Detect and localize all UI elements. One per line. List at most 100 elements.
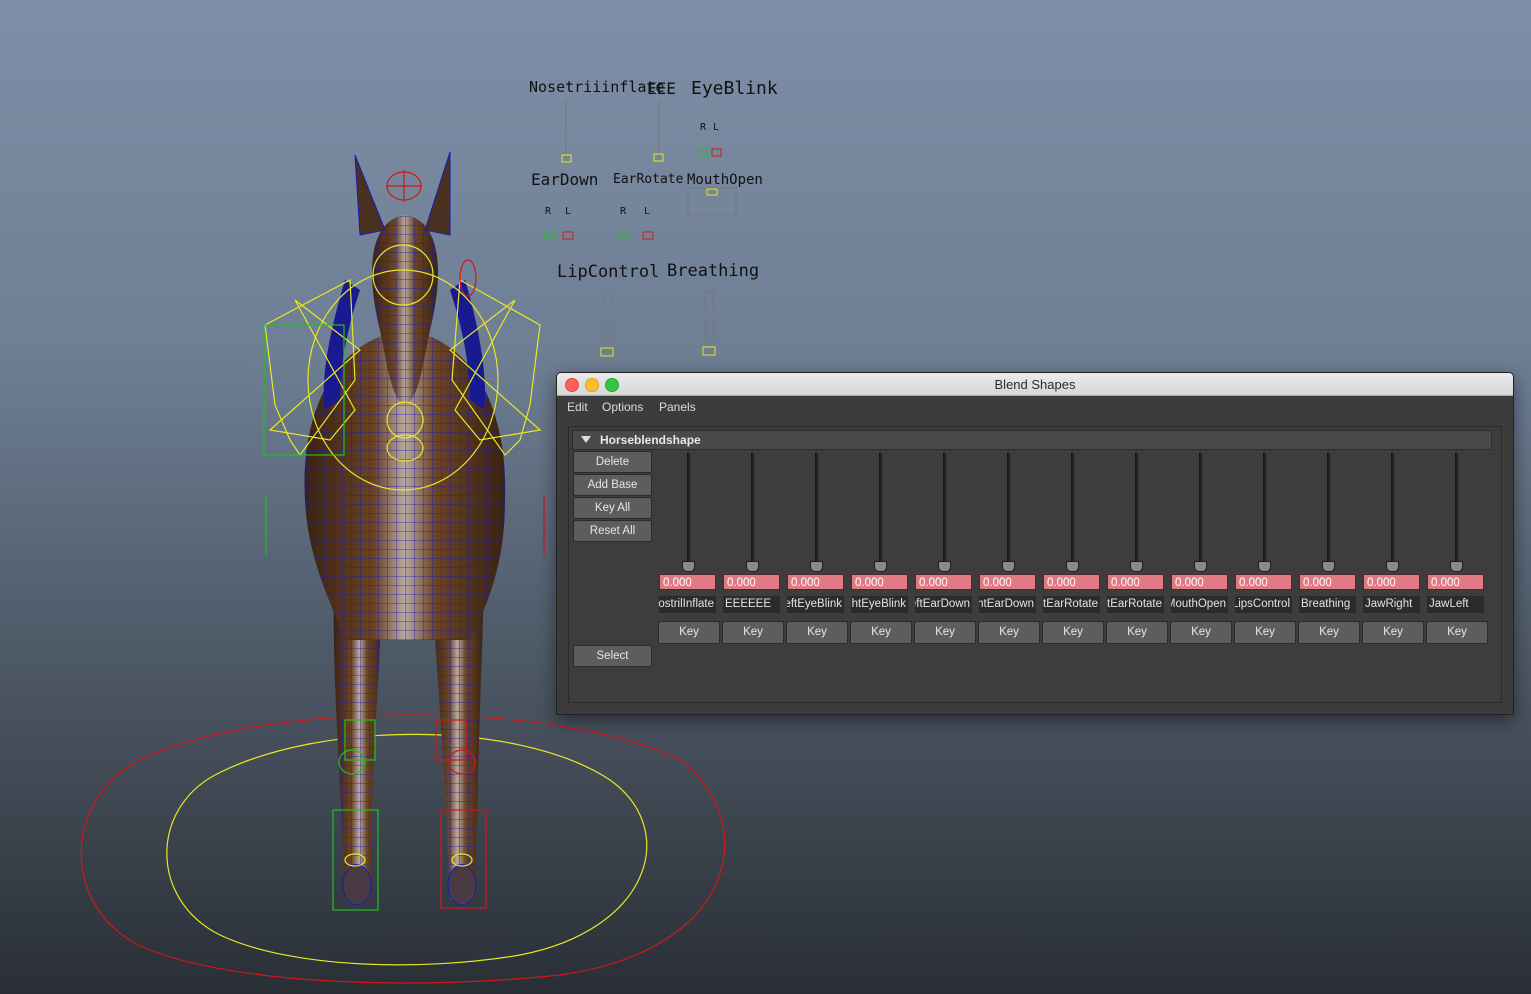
slider-handle[interactable] [938, 561, 951, 572]
weight-value-field[interactable]: 0.000 [659, 574, 716, 590]
slider-handle[interactable] [1002, 561, 1015, 572]
key-button[interactable]: Key [1042, 621, 1104, 644]
weight-value-field[interactable]: 0.000 [1043, 574, 1100, 590]
weight-value-field[interactable]: 0.000 [1235, 574, 1292, 590]
slider-track[interactable] [879, 453, 882, 565]
key-button[interactable]: Key [658, 621, 720, 644]
key-button[interactable]: Key [914, 621, 976, 644]
eye-blink-r-label: R [700, 122, 707, 133]
blendshape-node-name: Horseblendshape [600, 433, 701, 447]
slider-handle[interactable] [874, 561, 887, 572]
key-button[interactable]: Key [722, 621, 784, 644]
weight-value-field[interactable]: 0.000 [1299, 574, 1356, 590]
target-name-field[interactable]: NostrilInflate [659, 596, 716, 613]
target-name-field[interactable]: LeftEyeBlink [787, 596, 844, 613]
weight-value-field[interactable]: 0.000 [1171, 574, 1228, 590]
key-button[interactable]: Key [1170, 621, 1232, 644]
delete-button[interactable]: Delete [573, 451, 652, 473]
weight-value-field[interactable]: 0.000 [979, 574, 1036, 590]
weight-value-field[interactable]: 0.000 [851, 574, 908, 590]
slider-track[interactable] [1263, 453, 1266, 565]
key-button[interactable]: Key [1362, 621, 1424, 644]
select-button[interactable]: Select [573, 645, 652, 667]
menu-edit[interactable]: Edit [567, 400, 588, 414]
key-button[interactable]: Key [850, 621, 912, 644]
target-column: 0.000 JawRight Key [1362, 451, 1424, 646]
slider-handle[interactable] [1450, 561, 1463, 572]
key-button[interactable]: Key [1298, 621, 1360, 644]
section-header[interactable]: Horseblendshape [572, 430, 1492, 450]
target-name-field[interactable]: LeftEarRotate [1043, 596, 1100, 613]
slider-track[interactable] [687, 453, 690, 565]
target-name-field[interactable]: Breathing [1299, 596, 1356, 613]
key-button[interactable]: Key [978, 621, 1040, 644]
slider-handle[interactable] [746, 561, 759, 572]
slider-handle[interactable] [1066, 561, 1079, 572]
target-name-text: RightEarRotate [1107, 598, 1162, 610]
target-name-field[interactable]: LeftEarDown [915, 596, 972, 613]
eye-blink-label: EyeBlink [691, 78, 778, 99]
target-name-field[interactable]: JawLeft [1427, 596, 1484, 613]
menu-panels[interactable]: Panels [659, 400, 696, 414]
key-button[interactable]: Key [1426, 621, 1488, 644]
target-name-field[interactable]: LipsControl [1235, 596, 1292, 613]
slider-track[interactable] [1199, 453, 1202, 565]
target-name-text: JawRight [1365, 598, 1413, 610]
slider-track[interactable] [815, 453, 818, 565]
target-name-field[interactable]: RightEarDown [979, 596, 1036, 613]
ear-rotate-label: EarRotate [613, 172, 684, 187]
target-name-text: RightEarDown [979, 598, 1034, 610]
slider-track[interactable] [751, 453, 754, 565]
slider-handle[interactable] [682, 561, 695, 572]
key-button[interactable]: Key [786, 621, 848, 644]
target-name-text: LeftEarDown [915, 598, 970, 610]
target-name-field[interactable]: RightEarRotate [1107, 596, 1164, 613]
slider-track[interactable] [1007, 453, 1010, 565]
key-all-button[interactable]: Key All [573, 497, 652, 519]
target-column: 0.000 EEEEEE Key [722, 451, 784, 646]
eee-label: EEE [647, 79, 676, 98]
add-base-button[interactable]: Add Base [573, 474, 652, 496]
slider-handle[interactable] [1258, 561, 1271, 572]
slider-track[interactable] [943, 453, 946, 565]
slider-handle[interactable] [1322, 561, 1335, 572]
weight-value-field[interactable]: 0.000 [1107, 574, 1164, 590]
target-name-text: Breathing [1301, 598, 1351, 610]
breathing-label: Breathing [667, 261, 760, 281]
target-name-text: RightEyeBlink [851, 598, 906, 610]
weight-value-field[interactable]: 0.000 [1363, 574, 1420, 590]
slider-track[interactable] [1327, 453, 1330, 565]
slider-track[interactable] [1455, 453, 1458, 565]
key-button[interactable]: Key [1106, 621, 1168, 644]
slider-track[interactable] [1391, 453, 1394, 565]
blend-shapes-window: Blend Shapes Edit Options Panels Horsebl… [556, 372, 1514, 715]
target-column: 0.000 LeftEyeBlink Key [786, 451, 848, 646]
slider-handle[interactable] [1386, 561, 1399, 572]
slider-handle[interactable] [810, 561, 823, 572]
target-column: 0.000 LeftEarDown Key [914, 451, 976, 646]
target-name-field[interactable]: MouthOpen [1171, 596, 1228, 613]
slider-track[interactable] [1135, 453, 1138, 565]
collapse-arrow-icon[interactable] [581, 436, 591, 443]
reset-all-button[interactable]: Reset All [573, 520, 652, 542]
mouth-open-label: MouthOpen [687, 172, 763, 188]
target-name-text: EEEEEE [725, 598, 772, 610]
target-name-field[interactable]: JawRight [1363, 596, 1420, 613]
title-bar[interactable]: Blend Shapes [557, 373, 1513, 396]
target-column: 0.000 RightEyeBlink Key [850, 451, 912, 646]
slider-handle[interactable] [1130, 561, 1143, 572]
eye-blink-l-label: L [713, 122, 720, 133]
ear-down-r-label: R [545, 206, 552, 217]
slider-handle[interactable] [1194, 561, 1207, 572]
ear-rotate-l-label: L [644, 206, 651, 217]
weight-value-field[interactable]: 0.000 [1427, 574, 1484, 590]
key-button[interactable]: Key [1234, 621, 1296, 644]
target-name-field[interactable]: RightEyeBlink [851, 596, 908, 613]
menu-options[interactable]: Options [602, 400, 643, 414]
target-name-field[interactable]: EEEEEE [723, 596, 780, 613]
slider-track[interactable] [1071, 453, 1074, 565]
weight-value-field[interactable]: 0.000 [787, 574, 844, 590]
target-name-text: JawLeft [1429, 598, 1469, 610]
weight-value-field[interactable]: 0.000 [915, 574, 972, 590]
weight-value-field[interactable]: 0.000 [723, 574, 780, 590]
